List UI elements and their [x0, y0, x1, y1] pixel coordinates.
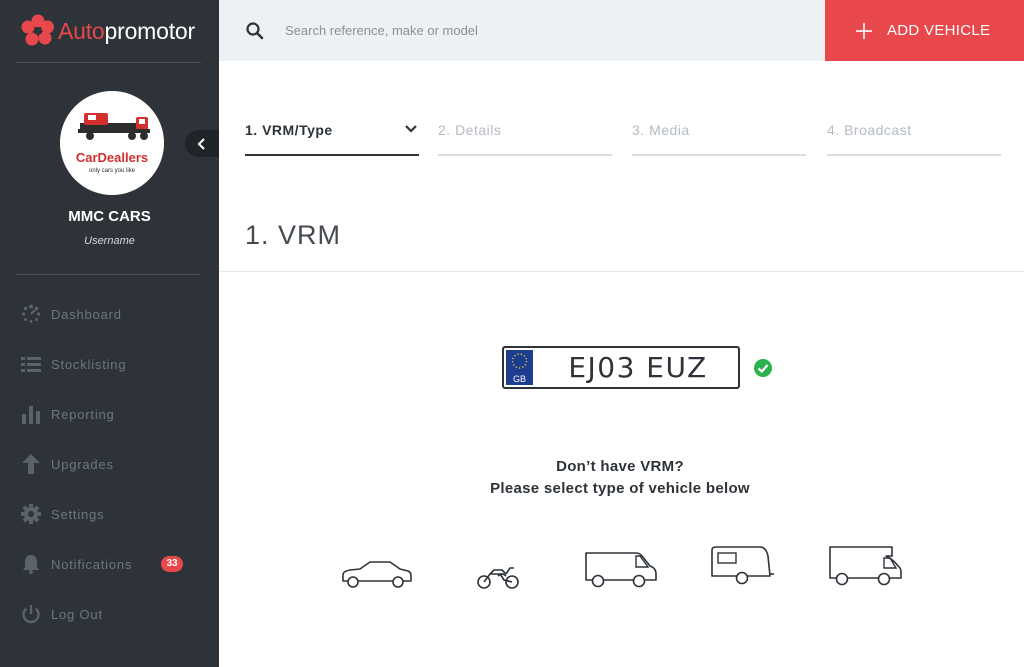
motorbike-icon [477, 567, 519, 589]
add-vehicle-label: ADD VEHICLE [887, 22, 991, 39]
sidebar-item-notifications[interactable]: Notifications 33 [0, 544, 219, 584]
step-underline [438, 154, 612, 156]
dealer-logo-tagline: only cars you like [89, 168, 136, 174]
sidebar-collapse-button[interactable] [185, 130, 219, 157]
caravan-icon [711, 546, 774, 585]
chevron-left-icon [197, 137, 205, 150]
sidebar-item-stocklisting[interactable]: Stocklisting [0, 344, 219, 384]
add-vehicle-button[interactable]: ADD VEHICLE [825, 0, 1024, 61]
sidebar-item-upgrades[interactable]: Upgrades [0, 444, 219, 484]
top-bar [219, 0, 825, 61]
vehicle-type-van[interactable] [584, 550, 660, 590]
check-circle-icon [754, 359, 772, 377]
step-label: 2. Details [438, 122, 502, 138]
step-vrm-type[interactable]: 1. VRM/Type [245, 118, 419, 156]
sidebar-item-label: Settings [51, 506, 105, 522]
logo-flower-icon [21, 14, 54, 46]
sidebar-item-dashboard[interactable]: Dashboard [0, 294, 219, 334]
plus-icon [856, 23, 872, 39]
sidebar-item-label: Notifications [51, 556, 133, 572]
sidebar-item-label: Dashboard [51, 306, 122, 322]
sidebar-item-settings[interactable]: Settings [0, 494, 219, 534]
step-underline [827, 154, 1001, 156]
list-icon [20, 353, 42, 375]
eu-flag-badge: GB [506, 350, 533, 385]
no-vrm-heading: Don’t have VRM? [556, 458, 684, 475]
step-label: 4. Broadcast [827, 122, 912, 138]
dealer-logo: CarDeallers only cars you like [60, 91, 164, 195]
brand-name-part1: Auto [58, 17, 105, 44]
section-title: 1. VRM [245, 220, 342, 250]
vehicle-type-motorhome[interactable] [826, 544, 904, 590]
power-icon [20, 603, 42, 625]
sidebar: Autopromotor CarDeallers only cars you l… [0, 0, 219, 667]
step-label: 3. Media [632, 122, 690, 138]
step-details[interactable]: 2. Details [438, 118, 612, 156]
vehicle-type-motorbike[interactable] [476, 562, 520, 590]
brand-logo[interactable]: Autopromotor [20, 14, 195, 48]
step-underline [245, 154, 419, 156]
section-divider [219, 271, 1024, 272]
sidebar-item-label: Stocklisting [51, 356, 127, 372]
van-icon [585, 552, 657, 588]
step-label: 1. VRM/Type [245, 122, 333, 138]
notification-count-badge: 33 [161, 556, 183, 572]
sidebar-item-label: Reporting [51, 406, 115, 422]
motorhome-icon [829, 546, 902, 586]
sidebar-item-logout[interactable]: Log Out [0, 594, 219, 634]
sidebar-divider [16, 274, 201, 275]
step-media[interactable]: 3. Media [632, 118, 806, 156]
dealer-logo-text: CarDeallers [76, 150, 148, 165]
step-underline [632, 154, 806, 156]
chevron-down-icon [405, 125, 417, 133]
gear-icon [20, 503, 42, 525]
plate-value: EJ03 EUZ [568, 351, 708, 384]
vrm-plate-input[interactable]: GB EJ03 EUZ [502, 346, 740, 389]
sidebar-item-reporting[interactable]: Reporting [0, 394, 219, 434]
bell-icon [20, 553, 42, 575]
dealer-name: MMC CARS [68, 208, 151, 225]
sidebar-item-label: Upgrades [51, 456, 114, 472]
dealer-username: Username [84, 235, 135, 247]
bar-chart-icon [20, 403, 42, 425]
avatar[interactable]: CarDeallers only cars you like [60, 91, 164, 195]
step-broadcast[interactable]: 4. Broadcast [827, 118, 1001, 156]
search-icon[interactable] [245, 21, 265, 41]
car-icon [342, 561, 412, 588]
plate-country-code: GB [512, 374, 526, 384]
arrow-up-icon [20, 453, 42, 475]
brand-name-part2: promotor [104, 17, 196, 44]
no-vrm-subheading: Please select type of vehicle below [490, 480, 750, 497]
dashboard-icon [20, 303, 42, 325]
eu-stars-icon [511, 353, 528, 369]
vehicle-type-caravan[interactable] [708, 544, 776, 590]
search-input[interactable] [285, 18, 785, 42]
vehicle-type-car[interactable] [340, 558, 414, 592]
sidebar-item-label: Log Out [51, 606, 103, 622]
sidebar-divider [16, 62, 201, 63]
